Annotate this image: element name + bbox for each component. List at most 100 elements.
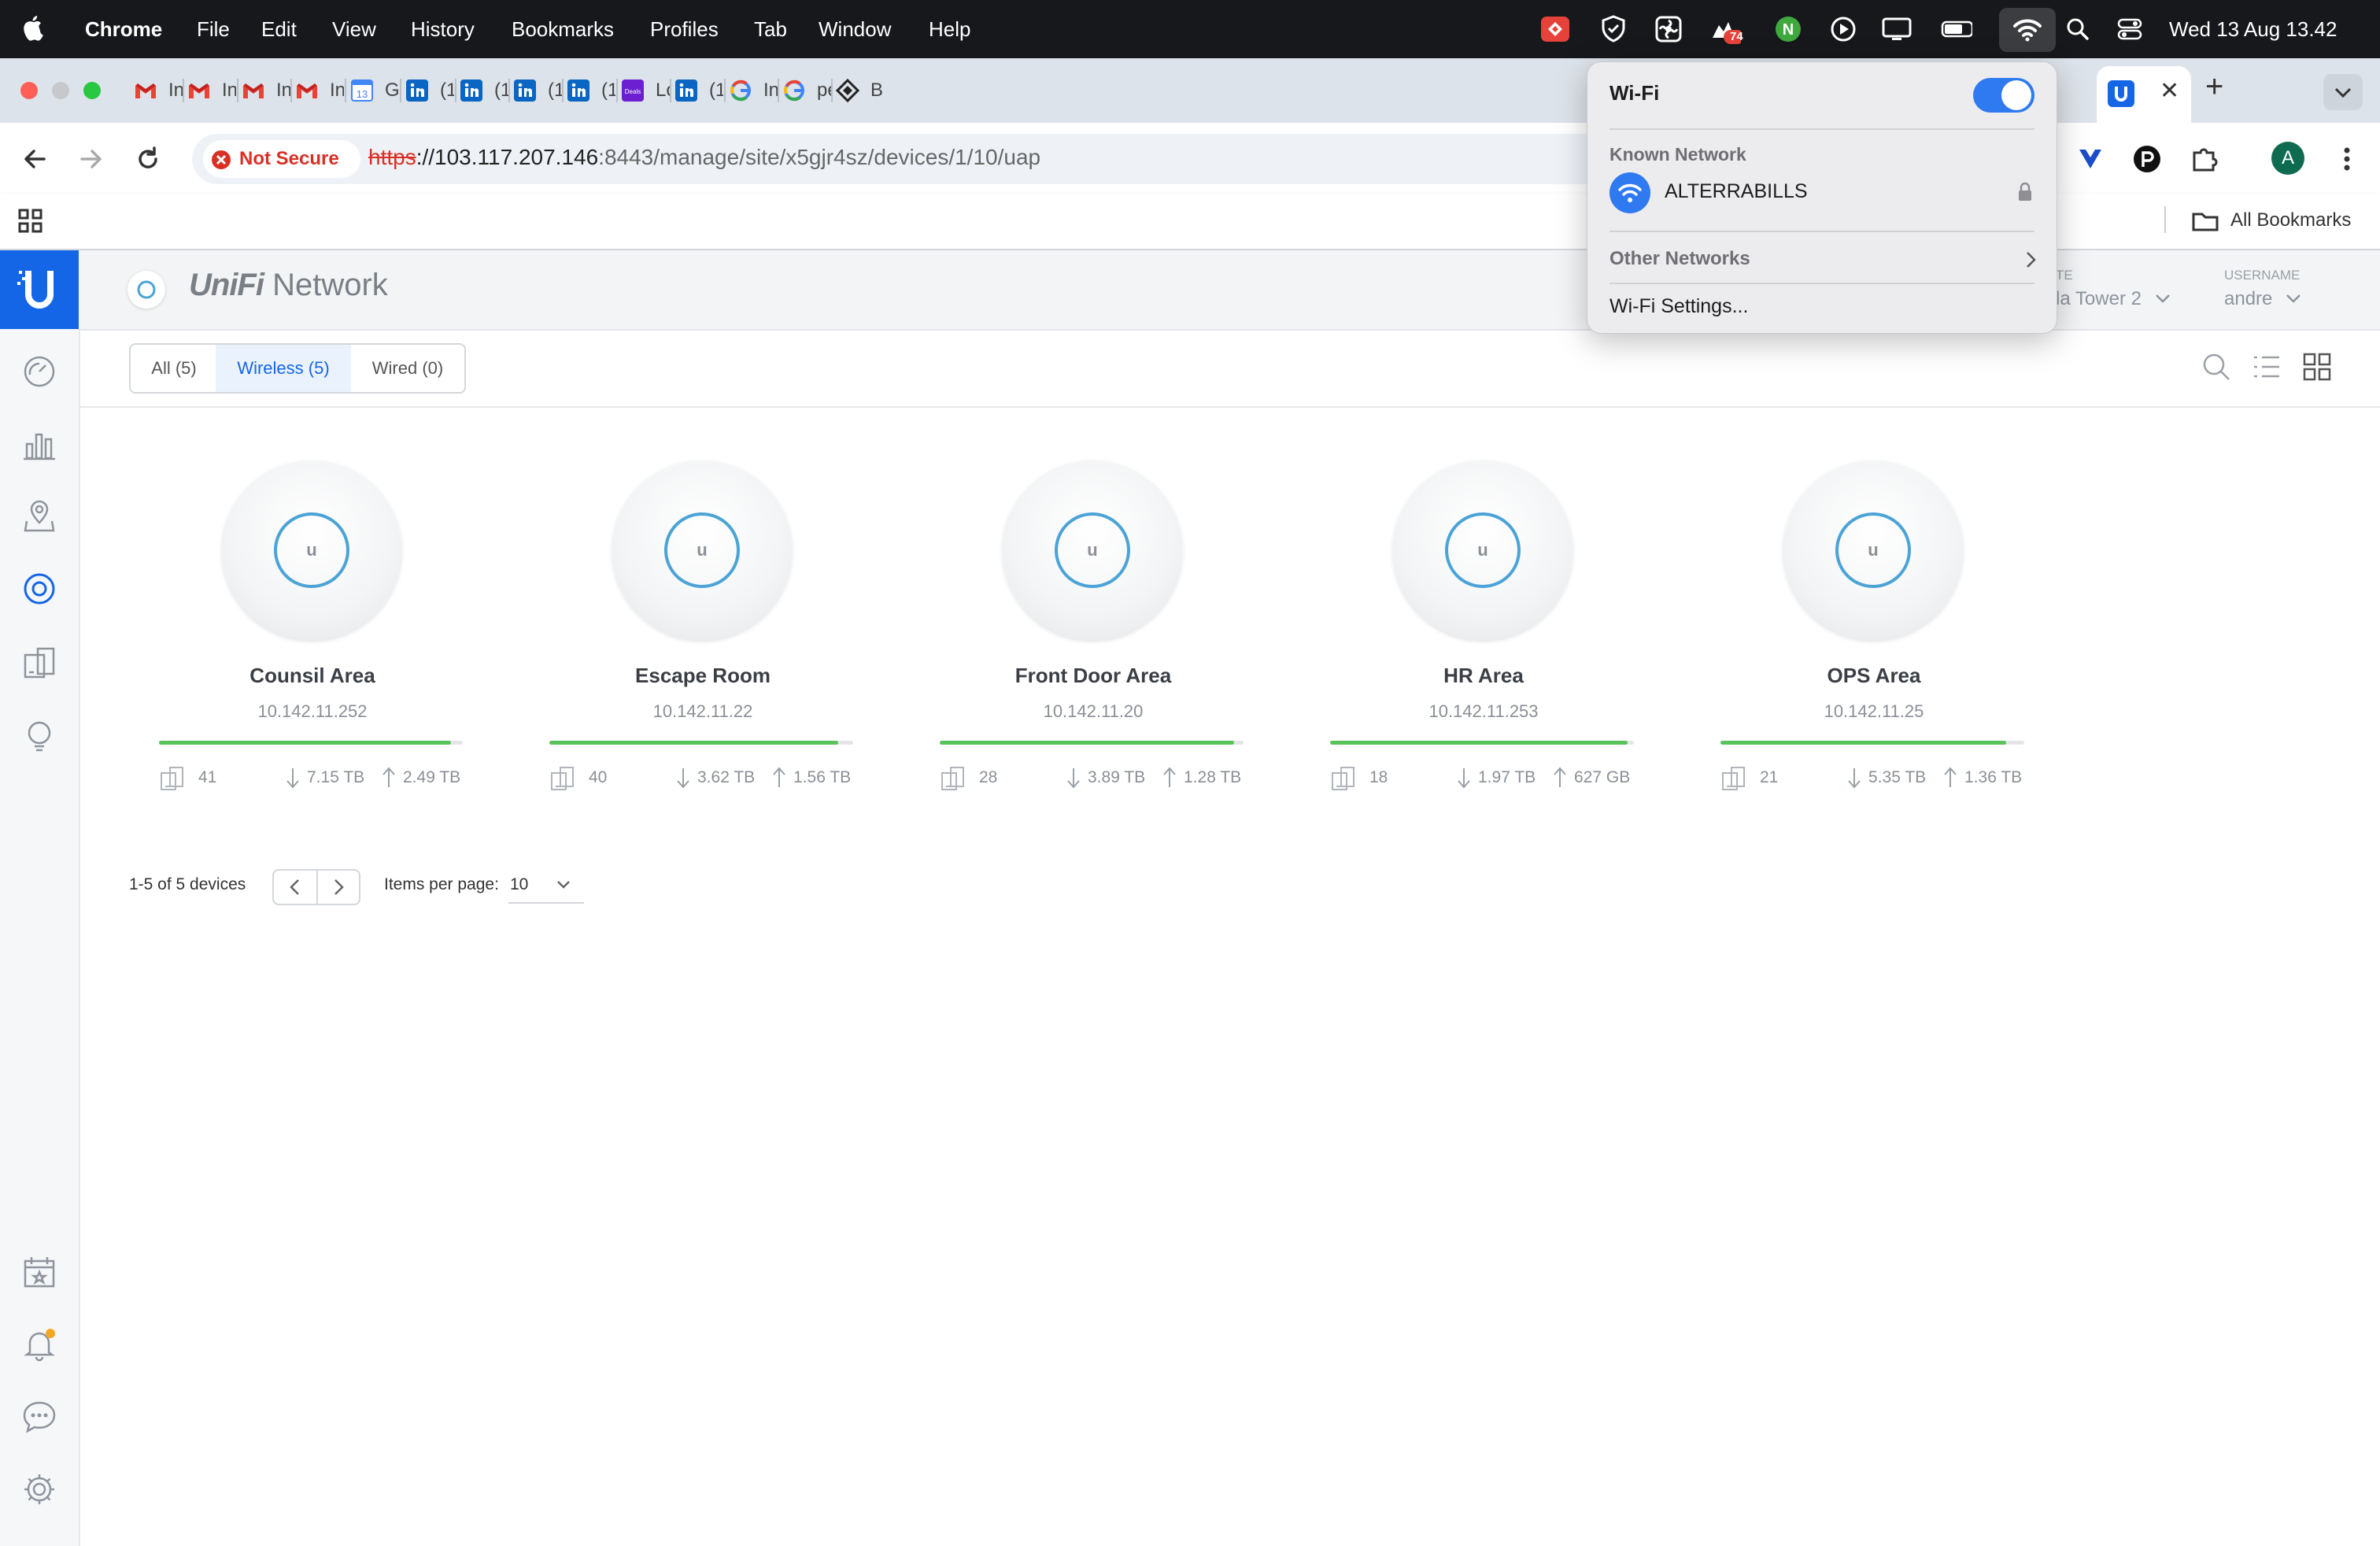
security-chip[interactable]: Not Secure (203, 140, 360, 178)
tab-gmail-3[interactable]: Inb (242, 69, 290, 112)
address-bar[interactable]: Not Secure https://103.117.207.146:8443/… (192, 134, 1624, 184)
menu-app-name[interactable]: Chrome (85, 0, 162, 58)
url-text[interactable]: https://103.117.207.146:8443/manage/site… (368, 145, 1040, 170)
notification-badge-icon[interactable]: 74 (1709, 14, 1743, 44)
display-icon[interactable] (1881, 14, 1913, 44)
tab-google-12[interactable]: Indi (729, 69, 778, 112)
menu-edit[interactable]: Edit (261, 0, 297, 58)
battery-icon[interactable] (1941, 14, 1972, 44)
wifi-settings-item[interactable]: Wi-Fi Settings... (1609, 295, 1748, 318)
tab-bis-14[interactable]: BIS (836, 69, 885, 112)
device-card[interactable]: u Escape Room 10.142.11.22 40 3.62 TB 1.56 TB (549, 460, 856, 791)
device-name[interactable]: Front Door Area (940, 664, 1247, 688)
username-selector[interactable]: andre (2224, 288, 2303, 310)
spotlight-search-icon[interactable] (2062, 14, 2094, 44)
search-icon[interactable] (2201, 351, 2232, 386)
filter-wireless-button[interactable]: Wireless (5) (216, 343, 353, 394)
alerts-bell-icon[interactable] (17, 1322, 61, 1367)
map-icon[interactable] (17, 494, 61, 538)
menu-help[interactable]: Help (929, 0, 970, 58)
minimize-window-button[interactable] (52, 82, 69, 99)
tab-gmail-4[interactable]: Inb (295, 69, 344, 112)
tab-linkedin-8[interactable]: (14 (513, 69, 562, 112)
apple-icon[interactable] (24, 0, 47, 58)
tab-search-button[interactable] (2323, 74, 2363, 110)
menu-tab[interactable]: Tab (754, 0, 787, 58)
menu-window[interactable]: Window (819, 0, 891, 58)
chat-icon[interactable] (17, 1395, 61, 1439)
unifi-logo[interactable] (0, 250, 79, 329)
close-tab-icon[interactable]: ✕ (2160, 77, 2179, 105)
events-calendar-icon[interactable] (17, 1250, 61, 1294)
tab-linkedin-9[interactable]: (14 (567, 69, 615, 112)
back-icon[interactable] (19, 143, 50, 179)
menu-history[interactable]: History (411, 0, 475, 58)
site-selector[interactable]: la Tower 2 (2056, 288, 2172, 310)
play-icon[interactable] (1828, 14, 1859, 44)
access-point-image[interactable]: u (612, 460, 792, 640)
statistics-icon[interactable] (17, 422, 61, 466)
access-point-image[interactable]: u (1393, 460, 1572, 640)
tab-gmail-2[interactable]: Inb (187, 69, 236, 112)
other-networks-row[interactable]: Other Networks (1598, 239, 2046, 279)
extensions-puzzle-icon[interactable] (2188, 143, 2219, 179)
menu-view[interactable]: View (332, 0, 376, 58)
close-window-button[interactable] (20, 82, 38, 99)
device-card[interactable]: u OPS Area 10.142.11.25 21 5.35 TB 1.36 TB (1720, 460, 2027, 791)
zoom-window-button[interactable] (83, 82, 101, 99)
tab-linkedin-11[interactable]: (14 (674, 69, 723, 112)
forward-icon[interactable] (76, 143, 107, 179)
prev-page-button[interactable] (274, 871, 318, 904)
status-ring-icon[interactable] (128, 271, 165, 309)
list-view-icon[interactable] (2251, 351, 2282, 386)
apps-grid-icon[interactable] (17, 208, 44, 239)
device-card[interactable]: u Front Door Area 10.142.11.20 28 3.89 TB 1.2… (940, 460, 1247, 791)
menu-profiles[interactable]: Profiles (650, 0, 719, 58)
chrome-menu-icon[interactable] (2331, 143, 2363, 179)
menu-bookmarks[interactable]: Bookmarks (512, 0, 614, 58)
access-point-image[interactable]: u (1783, 460, 1963, 640)
tab-gmail-1[interactable]: Inb (134, 69, 183, 112)
active-tab[interactable]: ✕ (2097, 66, 2191, 123)
shield-icon[interactable] (1598, 14, 1629, 44)
extension-p-icon[interactable] (2131, 143, 2163, 179)
tab-linkedin-6[interactable]: (14 (405, 69, 454, 112)
control-center-icon[interactable] (2114, 14, 2145, 44)
known-network-row[interactable]: ALTERRABILLS (1598, 168, 2046, 216)
fan-icon[interactable] (1653, 14, 1684, 44)
access-point-image[interactable]: u (222, 460, 401, 640)
tab-linkedin-7[interactable]: (14 (460, 69, 508, 112)
profile-avatar[interactable]: A (2271, 142, 2304, 175)
device-name[interactable]: HR Area (1330, 664, 1637, 688)
device-usage-bar (1330, 741, 1634, 745)
anydesk-icon[interactable] (1539, 14, 1571, 44)
devices-icon[interactable] (17, 567, 61, 611)
tab-deals-10[interactable]: Deals Lov (621, 69, 670, 112)
insights-icon[interactable] (17, 713, 61, 757)
tab-google-13[interactable]: pen (782, 69, 831, 112)
device-card[interactable]: u Counsil Area 10.142.11.252 41 7.15 TB 2.49 … (159, 460, 466, 791)
dashboard-icon[interactable] (17, 350, 61, 394)
wifi-icon[interactable] (2012, 14, 2043, 44)
filter-all-button[interactable]: All (5) (129, 343, 219, 394)
device-card[interactable]: u HR Area 10.142.11.253 18 1.97 TB 627 GB (1330, 460, 1637, 791)
access-point-image[interactable]: u (1003, 460, 1182, 640)
n-app-icon[interactable]: N (1772, 14, 1804, 44)
device-name[interactable]: Counsil Area (159, 664, 466, 688)
clients-icon[interactable] (17, 641, 61, 685)
extension-y-icon[interactable] (2075, 143, 2106, 179)
tab-calendar-5[interactable]: 13 Goo (350, 69, 399, 112)
items-per-page-select[interactable]: 10 (508, 869, 584, 904)
grid-view-icon[interactable] (2301, 351, 2333, 386)
menu-file[interactable]: File (197, 0, 230, 58)
next-page-button[interactable] (318, 871, 359, 904)
device-name[interactable]: OPS Area (1720, 664, 2027, 688)
new-tab-button[interactable]: + (2205, 69, 2223, 105)
settings-gear-icon[interactable] (17, 1467, 61, 1511)
filter-wired-button[interactable]: Wired (0) (351, 343, 466, 394)
device-name[interactable]: Escape Room (549, 664, 856, 688)
reload-icon[interactable] (132, 143, 164, 179)
all-bookmarks-button[interactable]: All Bookmarks (2230, 209, 2351, 231)
wifi-toggle[interactable] (1973, 78, 2034, 113)
clock[interactable]: Wed 13 Aug 13.42 (2169, 0, 2337, 58)
